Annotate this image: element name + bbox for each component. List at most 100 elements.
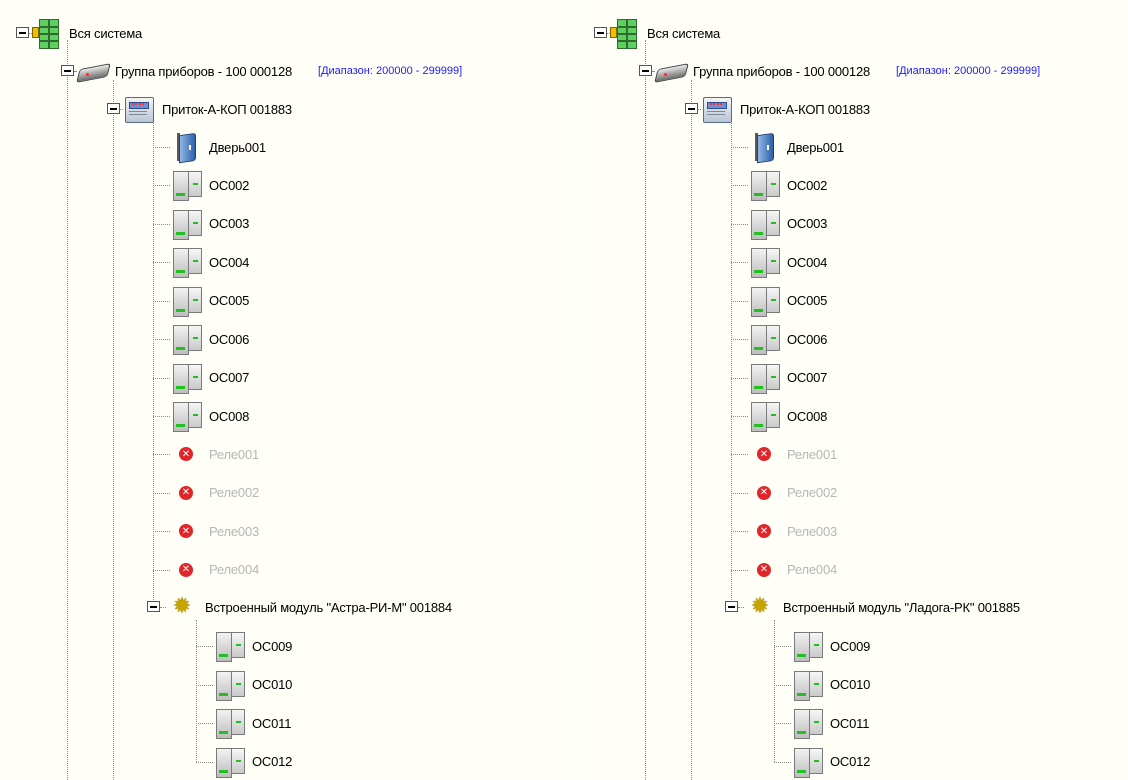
tree-node-zone[interactable]: ОС007 bbox=[170, 359, 249, 397]
tree-node-zone[interactable]: ОС003 bbox=[748, 205, 827, 243]
tree-node-zone-label: ОС011 bbox=[252, 715, 292, 731]
relay-error-icon: ✕ bbox=[170, 515, 202, 547]
tree-node-device-group[interactable]: Группа приборов - 100 000128 [Диапазон: 2… bbox=[76, 52, 462, 90]
tree-node-zone-label: ОС010 bbox=[830, 677, 871, 692]
tree-node-relay-label: Реле003 bbox=[787, 523, 838, 539]
tree-node-zone[interactable]: ОС002 bbox=[170, 166, 249, 204]
tree-node-zone[interactable]: ОС010 bbox=[791, 666, 870, 704]
tree-branch-line bbox=[153, 416, 170, 417]
tree-node-zone[interactable]: ОС008 bbox=[748, 397, 827, 435]
device-collapse-toggle[interactable] bbox=[685, 103, 698, 114]
tree-node-zone[interactable]: ОС005 bbox=[748, 282, 827, 320]
module-collapse-toggle[interactable] bbox=[725, 601, 738, 612]
tree-node-zone[interactable]: ОС007 bbox=[748, 359, 827, 397]
tree-node-device-group[interactable]: Группа приборов - 100 000128 [Диапазон: 2… bbox=[654, 52, 1040, 90]
relay-error-icon: ✕ bbox=[170, 438, 202, 470]
tree-node-relay[interactable]: ✕ Реле002 bbox=[748, 474, 837, 512]
zone-sensor-icon bbox=[791, 669, 823, 701]
tree-branch-line bbox=[153, 377, 170, 379]
tree-node-zone[interactable]: ОС002 bbox=[748, 166, 827, 204]
tree-line bbox=[731, 118, 732, 608]
tree-node-root-label: Вся система bbox=[647, 25, 721, 41]
tree-line bbox=[113, 80, 114, 780]
zone-sensor-icon bbox=[213, 746, 245, 778]
tree-node-relay-label: Реле004 bbox=[209, 562, 260, 577]
zone-sensor-icon bbox=[791, 746, 823, 778]
tree-node-zone-label: ОС008 bbox=[209, 408, 250, 424]
tree-node-zone[interactable]: ОС009 bbox=[213, 627, 292, 665]
tree-node-relay[interactable]: ✕ Реле003 bbox=[748, 512, 837, 550]
tree-node-relay-label: Реле003 bbox=[209, 523, 260, 539]
tree-node-zone[interactable]: ОС005 bbox=[170, 282, 249, 320]
tree-node-device-group-label: Группа приборов - 100 000128 bbox=[115, 63, 293, 79]
panel-device-icon bbox=[701, 93, 733, 125]
tree-line bbox=[67, 40, 68, 780]
zone-sensor-icon bbox=[748, 169, 780, 201]
tree-node-zone[interactable]: ОС004 bbox=[170, 243, 249, 281]
tree-pane-left[interactable]: Вся система Группа приборов - 100 000128 [… bbox=[0, 0, 574, 780]
tree-node-door[interactable]: Дверь001 bbox=[170, 128, 266, 166]
tree-node-module-label: Встроенный модуль "Астра-РИ-М" 001884 bbox=[205, 599, 452, 615]
tree-node-zone[interactable]: ОС012 bbox=[791, 743, 870, 780]
address-range-label: [Диапазон: 200000 - 299999] bbox=[318, 65, 463, 77]
zone-sensor-icon bbox=[748, 246, 780, 278]
root-collapse-toggle[interactable] bbox=[16, 27, 29, 38]
tree-branch-line bbox=[196, 684, 213, 686]
tree-node-zone[interactable]: ОС004 bbox=[748, 243, 827, 281]
tree-node-module[interactable]: ✹ Встроенный модуль "Ладога-РК" 001885 bbox=[744, 588, 1020, 626]
tree-branch-line bbox=[731, 416, 748, 417]
tree-node-zone[interactable]: ОС010 bbox=[213, 666, 292, 704]
tree-node-relay[interactable]: ✕ Реле001 bbox=[748, 435, 837, 473]
device-collapse-toggle[interactable] bbox=[107, 103, 120, 114]
tree-node-zone[interactable]: ОС009 bbox=[791, 627, 870, 665]
tree-node-zone-label: ОС006 bbox=[209, 331, 250, 347]
tree-node-zone-label: ОС006 bbox=[787, 331, 828, 347]
tree-node-zone[interactable]: ОС006 bbox=[170, 320, 249, 358]
tree-node-module[interactable]: ✹ Встроенный модуль "Астра-РИ-М" 001884 bbox=[166, 588, 452, 626]
tree-branch-line bbox=[196, 646, 213, 647]
module-gear-icon: ✹ bbox=[172, 594, 192, 619]
tree-node-relay[interactable]: ✕ Реле002 bbox=[170, 474, 259, 512]
system-tree-icon bbox=[608, 17, 640, 49]
tree-node-zone[interactable]: ОС008 bbox=[170, 397, 249, 435]
tree-node-relay[interactable]: ✕ Реле003 bbox=[170, 512, 259, 550]
tree-node-relay-label: Реле002 bbox=[787, 485, 838, 500]
tree-branch-line bbox=[731, 147, 748, 148]
tree-node-door[interactable]: Дверь001 bbox=[748, 128, 844, 166]
module-collapse-toggle[interactable] bbox=[147, 601, 160, 612]
tree-node-relay[interactable]: ✕ Реле004 bbox=[170, 551, 259, 589]
tree-branch-line bbox=[153, 569, 170, 571]
door-icon bbox=[748, 131, 780, 164]
tree-node-device-group-label: Группа приборов - 100 000128 bbox=[693, 63, 871, 79]
tree-node-zone[interactable]: ОС003 bbox=[170, 205, 249, 243]
zone-sensor-icon bbox=[748, 285, 780, 317]
tree-node-zone[interactable]: ОС011 bbox=[213, 704, 291, 742]
tree-node-zone-label: ОС007 bbox=[787, 370, 828, 385]
group-collapse-toggle[interactable] bbox=[639, 65, 652, 76]
tree-branch-line bbox=[731, 339, 748, 340]
tree-node-zone[interactable]: ОС011 bbox=[791, 704, 869, 742]
tree-node-zone[interactable]: ОС006 bbox=[748, 320, 827, 358]
tree-node-relay[interactable]: ✕ Реле004 bbox=[748, 551, 837, 589]
zone-sensor-icon bbox=[170, 169, 202, 201]
panel-device-icon bbox=[123, 93, 155, 125]
tree-node-relay[interactable]: ✕ Реле001 bbox=[170, 435, 259, 473]
tree-node-device[interactable]: Приток-А-КОП 001883 bbox=[123, 90, 292, 128]
device-group-icon bbox=[654, 55, 689, 87]
tree-node-root[interactable]: Вся система bbox=[608, 14, 720, 52]
tree-pane-right[interactable]: Вся система Группа приборов - 100 000128 [… bbox=[578, 0, 1128, 780]
tree-node-root[interactable]: Вся система bbox=[30, 14, 142, 52]
tree-line bbox=[645, 40, 646, 780]
tree-node-zone[interactable]: ОС012 bbox=[213, 743, 292, 780]
group-collapse-toggle[interactable] bbox=[61, 65, 74, 76]
root-collapse-toggle[interactable] bbox=[594, 27, 607, 38]
tree-branch-line bbox=[731, 569, 748, 571]
tree-branch-line bbox=[153, 300, 170, 302]
zone-sensor-icon bbox=[748, 362, 780, 394]
tree-branch-line bbox=[153, 454, 170, 455]
zone-sensor-icon bbox=[791, 630, 823, 662]
tree-node-device[interactable]: Приток-А-КОП 001883 bbox=[701, 90, 870, 128]
zone-sensor-icon bbox=[748, 400, 780, 432]
zone-sensor-icon bbox=[170, 400, 202, 432]
tree-branch-line bbox=[731, 377, 748, 379]
